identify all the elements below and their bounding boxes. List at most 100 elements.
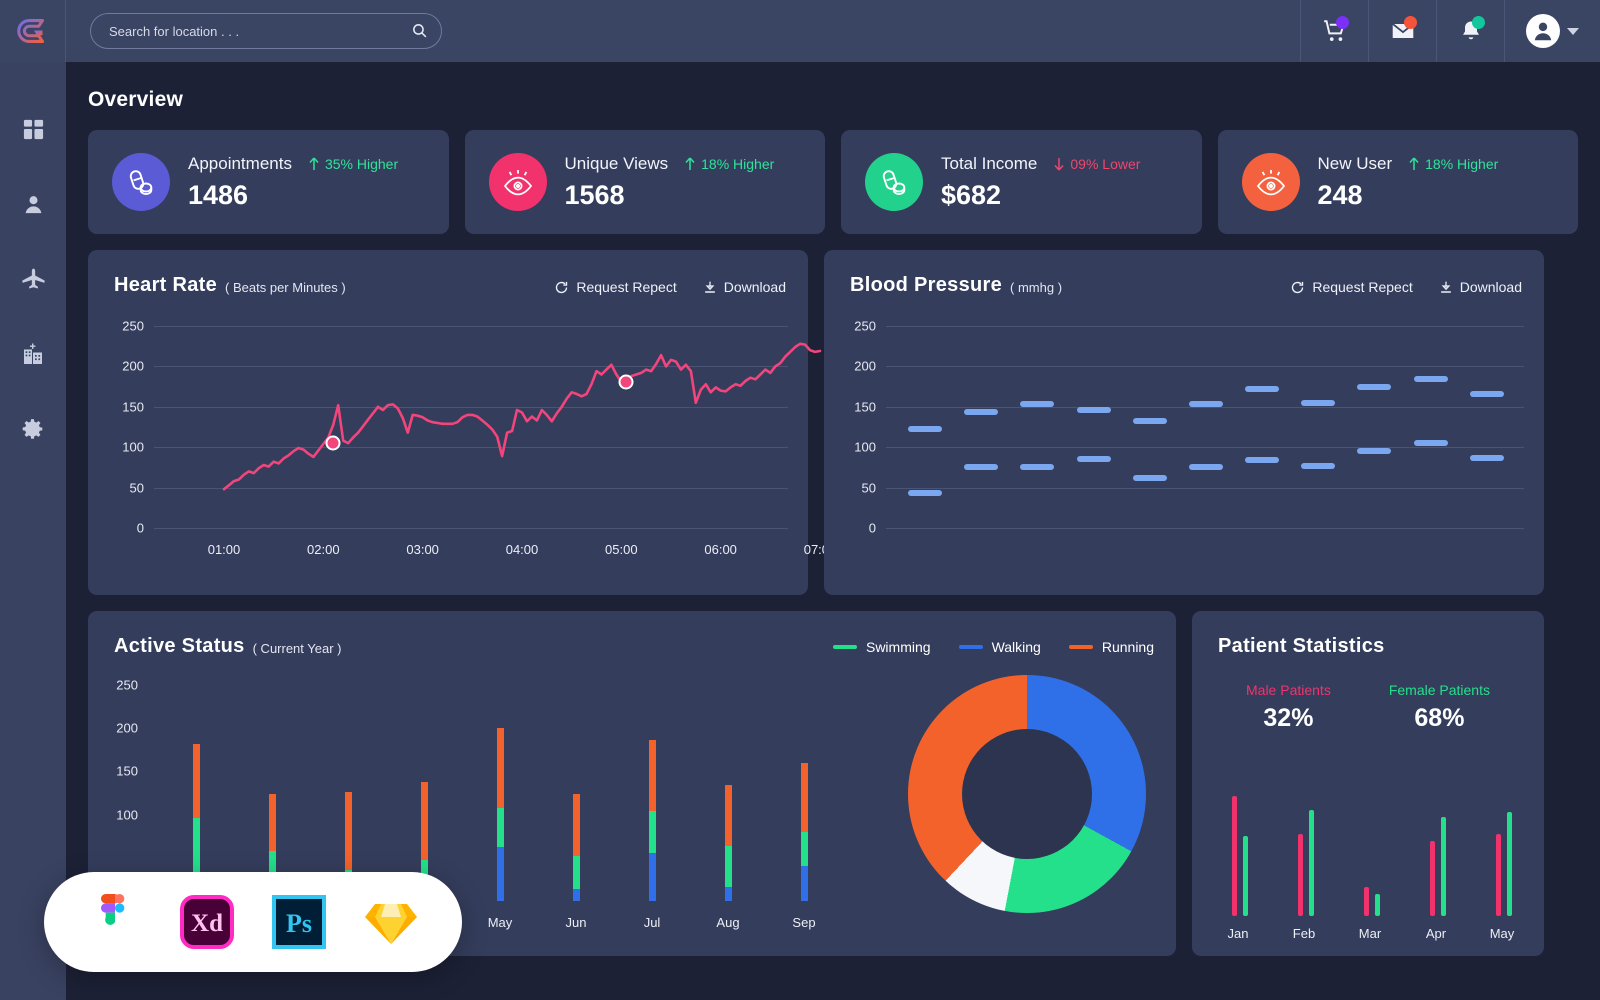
sidebar-item-dashboard[interactable] xyxy=(18,114,48,144)
request-repect-button[interactable]: Request Repect xyxy=(1290,279,1413,295)
bell-badge xyxy=(1472,16,1485,29)
x-axis-label: Apr xyxy=(1425,926,1447,941)
male-bar[interactable] xyxy=(1430,840,1435,916)
male-bar[interactable] xyxy=(1298,833,1303,916)
account-menu[interactable] xyxy=(1504,0,1600,62)
systolic-dash xyxy=(1132,418,1167,425)
sidebar-item-patients[interactable] xyxy=(18,189,48,219)
stat-card-unique-views[interactable]: Unique Views 18% Higher 1568 xyxy=(464,130,825,234)
stat-delta-text: 35% Higher xyxy=(324,155,399,172)
eye-icon xyxy=(488,153,547,211)
figma-logo[interactable] xyxy=(87,894,143,950)
search-icon[interactable] xyxy=(411,22,428,39)
panel-title: Blood Pressure xyxy=(850,274,1003,296)
sidebar-item-hospital[interactable] xyxy=(18,339,48,369)
male-bar[interactable] xyxy=(1496,833,1501,916)
stacked-bar[interactable] xyxy=(572,793,580,901)
svg-text:Ps: Ps xyxy=(286,909,312,938)
legend-item-running[interactable]: Running xyxy=(1068,639,1154,655)
stat-label: Total Income xyxy=(941,153,1038,173)
data-point-marker[interactable] xyxy=(325,435,341,451)
request-repect-button[interactable]: Request Repect xyxy=(554,279,677,295)
systolic-dash xyxy=(1357,384,1392,391)
download-button[interactable]: Download xyxy=(1439,279,1522,295)
male-bar[interactable] xyxy=(1364,886,1369,916)
stacked-bar[interactable] xyxy=(648,740,656,901)
refresh-icon xyxy=(556,281,568,293)
stat-card-appointments[interactable]: Appointments 35% Higher 1486 xyxy=(88,130,449,234)
y-axis-label: 150 xyxy=(116,763,138,779)
stat-delta-text: 09% Lower xyxy=(1070,155,1141,172)
gear-icon xyxy=(22,419,43,439)
gridline xyxy=(886,366,1524,368)
female-bar[interactable] xyxy=(1507,811,1512,916)
bell-icon[interactable] xyxy=(1436,0,1504,62)
cart-icon[interactable] xyxy=(1300,0,1368,62)
refresh-icon xyxy=(1292,281,1304,293)
download-button[interactable]: Download xyxy=(703,279,786,295)
stacked-bar[interactable] xyxy=(496,728,504,901)
main-content: Overview Appointments 35% Higher 1486 Un… xyxy=(66,62,1600,1000)
male-bar[interactable] xyxy=(1232,796,1237,916)
female-bar[interactable] xyxy=(1375,893,1380,916)
male-patients-value: 32% xyxy=(1263,704,1314,732)
bar-segment-walking xyxy=(800,866,808,901)
sidebar-item-settings[interactable] xyxy=(18,414,48,444)
diastolic-dash xyxy=(1469,454,1504,461)
stat-card-total-income[interactable]: Total Income 09% Lower $682 xyxy=(841,130,1202,234)
female-bar[interactable] xyxy=(1309,809,1314,916)
legend-swatch xyxy=(958,645,983,649)
systolic-dash xyxy=(1188,401,1223,408)
panel-patient-statistics: Patient Statistics Male Patients 32% Fem… xyxy=(1192,611,1544,956)
systolic-dash xyxy=(1413,376,1448,383)
diastolic-dash xyxy=(1301,462,1336,469)
photoshop-logo[interactable]: Ps xyxy=(271,894,327,950)
legend-swatch xyxy=(1068,645,1093,649)
page-title: Overview xyxy=(88,88,183,111)
systolic-dash xyxy=(908,426,942,433)
stacked-bar[interactable] xyxy=(800,762,808,901)
diastolic-dash xyxy=(1020,464,1055,471)
panel-subtitle: ( mmhg ) xyxy=(1010,280,1063,295)
female-bar[interactable] xyxy=(1441,816,1446,916)
panel-header: Active Status ( Current Year ) Swimming … xyxy=(88,611,1176,658)
sidebar xyxy=(0,62,66,1000)
stat-delta-text: 18% Higher xyxy=(701,155,775,172)
female-patients-label: Female Patients xyxy=(1388,682,1490,698)
male-patients-label: Male Patients xyxy=(1246,682,1331,698)
diastolic-dash xyxy=(908,490,942,497)
panel-subtitle: ( Current Year ) xyxy=(252,641,342,656)
stats-row: Appointments 35% Higher 1486 Unique View… xyxy=(88,130,1578,234)
adobe-xd-logo[interactable]: Xd xyxy=(179,894,235,950)
x-axis-label: Jun xyxy=(565,915,587,930)
y-axis-label: 250 xyxy=(116,677,138,693)
y-axis-label: 0 xyxy=(868,520,876,536)
female-bar[interactable] xyxy=(1243,835,1248,916)
stat-delta: 35% Higher xyxy=(308,156,398,172)
stacked-bar[interactable] xyxy=(724,785,732,901)
request-repect-label: Request Repect xyxy=(1312,279,1413,295)
systolic-dash xyxy=(1469,390,1504,397)
legend-item-swimming[interactable]: Swimming xyxy=(832,639,931,655)
y-axis-label: 50 xyxy=(861,480,876,496)
stat-card-new-user[interactable]: New User 18% Higher 248 xyxy=(1217,130,1578,234)
mail-icon[interactable] xyxy=(1368,0,1436,62)
heart-rate-chart: 0 50 100 150 200 250 01:00 02:00 03:00 04:00 05:00… xyxy=(88,316,836,595)
bar-segment-swimming xyxy=(648,811,656,853)
stat-delta: 18% Higher xyxy=(684,156,774,172)
app-logo[interactable] xyxy=(0,0,66,62)
diastolic-dash xyxy=(1357,448,1392,455)
sidebar-item-flights[interactable] xyxy=(18,264,48,294)
legend-label: Running xyxy=(1101,639,1154,655)
x-axis-label: Sep xyxy=(792,915,816,930)
data-point-marker[interactable] xyxy=(618,374,634,390)
diastolic-dash xyxy=(1245,457,1280,464)
legend-item-walking[interactable]: Walking xyxy=(958,639,1041,655)
g-logo-icon xyxy=(16,19,44,43)
search-input[interactable] xyxy=(90,13,442,49)
systolic-dash xyxy=(964,408,999,415)
panel-subtitle: ( Beats per Minutes ) xyxy=(225,280,346,295)
avatar xyxy=(1526,14,1560,48)
patient-bars-chart: Jan Feb Mar Apr May xyxy=(1192,771,1544,956)
sketch-logo[interactable] xyxy=(363,894,419,950)
